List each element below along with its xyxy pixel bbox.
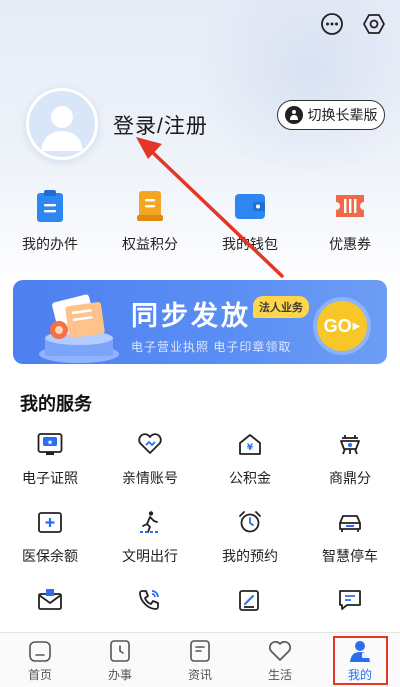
clipboard-icon [34,188,66,224]
id-card-icon: ★ [36,430,64,458]
phone-icon [136,586,164,614]
banner-subtitle: 电子营业执照 电子印章领取 [131,340,292,354]
more-icon[interactable] [320,12,344,36]
tab-label: 我的 [347,668,372,682]
go-button[interactable]: GO ▶ [317,301,367,351]
heart-icon [269,641,291,661]
tab-services[interactable]: 办事 [80,633,160,687]
edit-doc-icon [236,586,264,614]
service-smart-parking[interactable]: 智慧停车 [300,508,400,586]
tripod-icon [336,430,364,458]
go-label: GO [323,315,352,336]
quick-item-label: 优惠券 [329,236,371,252]
services-grid: ★ 电子证照 亲情账号 ¥ 公积金 商鼎分 医保余额 文明出行 我的预约 智慧停… [0,430,400,664]
quick-item-points[interactable]: 权益积分 [100,188,200,254]
tab-mine[interactable]: 我的 [320,633,400,687]
svg-text:¥: ¥ [247,443,254,453]
tab-label: 资讯 [187,668,212,682]
elder-mode-button[interactable]: 切换长辈版 [277,100,385,130]
documents-illustration [39,294,119,363]
tab-life[interactable]: 生活 [240,633,320,687]
car-icon [336,508,364,536]
tab-home[interactable]: 首页 [0,633,80,687]
banner-badge: 法人业务 [253,296,309,318]
login-register-link[interactable]: 登录/注册 [113,110,208,140]
service-label: 公积金 [229,470,271,486]
alarm-clock-icon [236,508,264,536]
settings-icon[interactable] [362,12,386,36]
banner-title: 同步发放 [131,301,251,331]
service-label: 医保余额 [22,548,78,564]
coupon-icon [334,188,366,224]
service-label: 文明出行 [122,548,178,564]
heart-link-icon [136,430,164,458]
home-icon [29,641,51,662]
service-e-license[interactable]: ★ 电子证照 [0,430,100,508]
wallet-icon [234,188,266,224]
avatar[interactable] [26,88,98,160]
quick-item-my-cases[interactable]: 我的办件 [0,188,100,254]
pedestrian-icon [136,508,164,536]
quick-item-wallet[interactable]: 我的钱包 [200,188,300,254]
quick-actions: 我的办件 权益积分 我的钱包 优惠券 [0,188,400,254]
play-icon: ▶ [352,320,361,332]
service-shangding-score[interactable]: 商鼎分 [300,430,400,508]
tab-label: 生活 [267,668,292,682]
quick-item-label: 我的办件 [22,236,78,252]
elder-mode-label: 切换长辈版 [307,107,378,123]
news-icon [190,640,210,662]
header-actions [320,12,386,36]
mail-icon [36,586,64,614]
bottom-tabbar: 首页 办事 资讯 生活 我的 [0,632,400,687]
user-icon [350,641,370,662]
service-civilized-travel[interactable]: 文明出行 [100,508,200,586]
service-family-account[interactable]: 亲情账号 [100,430,200,508]
service-medical-balance[interactable]: 医保余额 [0,508,100,586]
service-label: 电子证照 [22,470,78,486]
service-housing-fund[interactable]: ¥ 公积金 [200,430,300,508]
quick-item-label: 我的钱包 [222,236,278,252]
service-label: 我的预约 [222,548,278,564]
message-icon [336,586,364,614]
service-label: 商鼎分 [329,470,371,486]
tab-news[interactable]: 资讯 [160,633,240,687]
tab-label: 首页 [27,668,52,682]
tab-label: 办事 [107,668,132,682]
clock-doc-icon [110,640,130,662]
svg-text:★: ★ [47,439,53,447]
elder-icon [284,106,303,124]
service-label: 智慧停车 [322,548,378,564]
medical-card-icon [36,508,64,536]
quick-item-coupons[interactable]: 优惠券 [300,188,400,254]
service-label: 亲情账号 [122,470,178,486]
house-yen-icon: ¥ [236,430,264,458]
scroll-icon [134,188,166,224]
service-my-appointments[interactable]: 我的预约 [200,508,300,586]
services-title: 我的服务 [20,394,92,414]
quick-item-label: 权益积分 [122,236,178,252]
